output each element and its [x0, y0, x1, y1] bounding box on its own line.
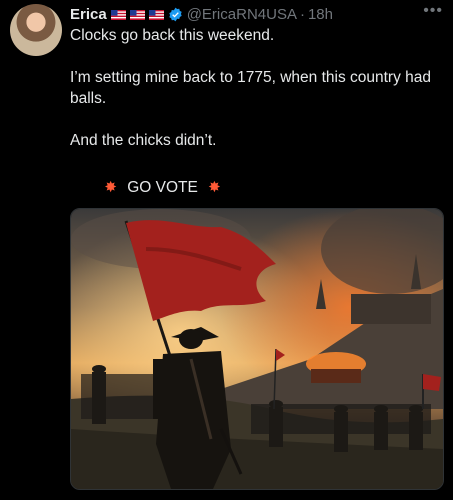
go-vote-line: ✸ GO VOTE ✸: [70, 176, 440, 200]
post-image[interactable]: [70, 208, 444, 490]
go-vote-text: GO VOTE: [127, 179, 198, 197]
collision-sparkle-icon: ✸: [208, 179, 221, 196]
post-time[interactable]: 18h: [308, 6, 333, 23]
verified-badge-icon[interactable]: [164, 6, 183, 23]
us-flag-icon: [145, 6, 164, 23]
post-line: And the chicks didn’t.: [70, 132, 217, 149]
us-flag-icon: [126, 6, 145, 23]
more-options-icon[interactable]: •••: [423, 2, 443, 20]
author-handle[interactable]: @EricaRN4USA: [187, 6, 297, 23]
time-separator: ·: [299, 5, 305, 23]
post-text: Clocks go back this weekend. I’m setting…: [70, 25, 440, 151]
collision-sparkle-icon: ✸: [104, 179, 117, 196]
avatar[interactable]: [10, 4, 62, 56]
author-name[interactable]: Erica: [70, 6, 107, 23]
us-flag-icon: [107, 6, 126, 23]
post-header: Erica @EricaRN4USA · 18h: [70, 3, 453, 25]
post-line: Clocks go back this weekend.: [70, 27, 275, 44]
post-line: I’m setting mine back to 1775, when this…: [70, 69, 432, 107]
battle-painting: [71, 209, 443, 489]
